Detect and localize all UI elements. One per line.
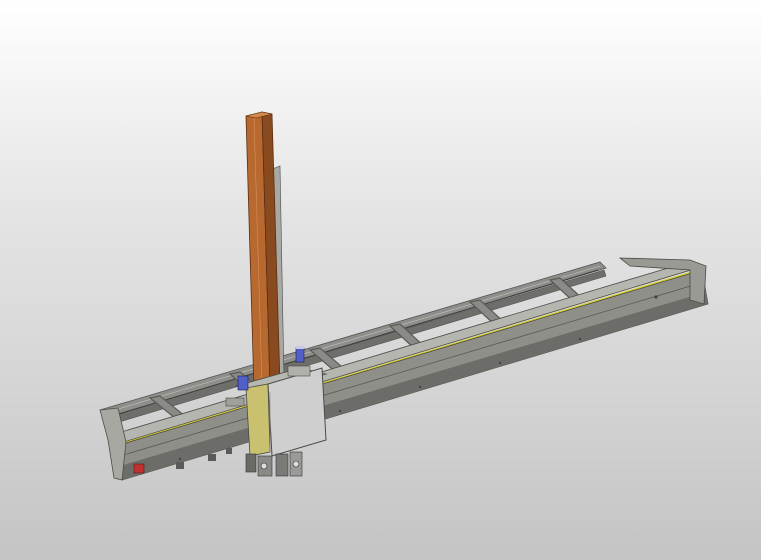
front-main-beam (99, 257, 709, 481)
cad-viewport[interactable] (0, 0, 761, 560)
gantry-robot-model (99, 111, 709, 481)
vertical-column (245, 111, 285, 395)
